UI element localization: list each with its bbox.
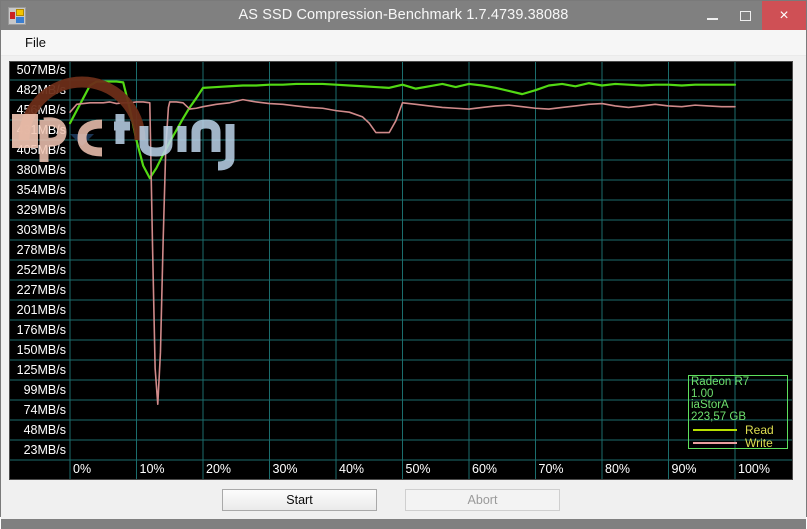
legend-swatch-write (693, 442, 737, 444)
app-grid-icon (8, 6, 26, 25)
x-axis-tick: 20% (206, 462, 232, 476)
x-axis-tick: 40% (339, 462, 365, 476)
y-axis-tick: 99MB/s (23, 383, 66, 397)
x-axis-tick: 90% (671, 462, 697, 476)
window-title: AS SSD Compression-Benchmark 1.7.4739.38… (238, 7, 569, 23)
minimize-icon (707, 17, 718, 20)
x-axis-tick: 80% (605, 462, 631, 476)
y-axis-tick: 431MB/s (16, 123, 66, 137)
x-axis-tick: 0% (73, 462, 92, 476)
y-axis-tick: 507MB/s (16, 63, 66, 77)
y-axis-tick: 303MB/s (16, 223, 66, 237)
maximize-icon (740, 10, 751, 21)
legend-driver: iaStorA (691, 399, 729, 411)
legend-label-write: Write (745, 436, 773, 450)
x-axis-tick: 70% (538, 462, 564, 476)
start-button[interactable]: Start (222, 488, 377, 511)
legend-label-read: Read (745, 423, 774, 437)
legend-key-read: Read (691, 423, 787, 437)
minimize-button[interactable] (696, 1, 729, 30)
chart-area: Radeon R7 1.00 iaStorA 223,57 GB Read Wr… (1, 56, 806, 480)
benchmark-chart: Radeon R7 1.00 iaStorA 223,57 GB Read Wr… (9, 61, 793, 480)
menu-item-file[interactable]: File (17, 33, 54, 52)
button-bar: Start Abort (1, 480, 806, 519)
y-axis-tick: 252MB/s (16, 263, 66, 277)
y-axis-tick: 482MB/s (16, 83, 66, 97)
menu-bar: File (1, 30, 806, 56)
x-axis-tick: 100% (738, 462, 770, 476)
y-axis-tick: 278MB/s (16, 243, 66, 257)
title-bar: AS SSD Compression-Benchmark 1.7.4739.38… (1, 1, 806, 30)
window-controls: × (696, 1, 806, 30)
y-axis-tick: 23MB/s (23, 443, 66, 457)
close-icon: × (779, 6, 789, 24)
abort-button: Abort (405, 488, 560, 511)
close-button[interactable]: × (762, 1, 806, 30)
y-axis-tick: 380MB/s (16, 163, 66, 177)
x-axis-tick: 60% (472, 462, 498, 476)
x-axis-tick: 30% (272, 462, 298, 476)
chart-legend: Radeon R7 1.00 iaStorA 223,57 GB Read Wr… (688, 375, 788, 450)
y-axis-tick: 227MB/s (16, 283, 66, 297)
y-axis-tick: 456MB/s (16, 103, 66, 117)
y-axis-tick: 329MB/s (16, 203, 66, 217)
y-axis-tick: 354MB/s (16, 183, 66, 197)
chart-plot (10, 62, 792, 479)
x-axis-tick: 10% (139, 462, 165, 476)
legend-key-write: Write (691, 436, 787, 450)
legend-device: Radeon R7 (691, 376, 750, 388)
y-axis-tick: 176MB/s (16, 323, 66, 337)
y-axis-tick: 125MB/s (16, 363, 66, 377)
y-axis-tick: 201MB/s (16, 303, 66, 317)
maximize-button[interactable] (729, 1, 762, 30)
y-axis-tick: 405MB/s (16, 143, 66, 157)
y-axis-tick: 48MB/s (23, 423, 66, 437)
app-window: AS SSD Compression-Benchmark 1.7.4739.38… (0, 0, 807, 529)
legend-swatch-read (693, 429, 737, 431)
legend-capacity: 223,57 GB (691, 410, 746, 423)
y-axis-tick: 74MB/s (23, 403, 66, 417)
status-bar (1, 519, 806, 529)
y-axis-tick: 150MB/s (16, 343, 66, 357)
x-axis-tick: 50% (405, 462, 431, 476)
